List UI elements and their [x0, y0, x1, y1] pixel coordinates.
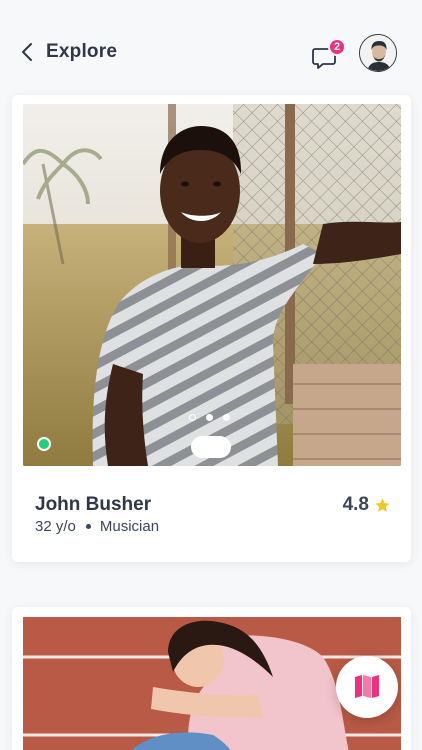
- book-icon: [355, 675, 379, 698]
- profile-age: 32 y/o: [35, 518, 76, 535]
- photo-pager-pill[interactable]: [191, 436, 231, 458]
- profile-photo-image: [23, 104, 401, 466]
- photo-pager-dots[interactable]: [189, 414, 230, 421]
- profile-card[interactable]: John Busher 32 y/o Musician 4.8: [12, 95, 411, 562]
- guide-fab-button[interactable]: [336, 656, 398, 718]
- online-status-dot: [37, 437, 51, 451]
- pager-dot-1[interactable]: [189, 414, 196, 421]
- profile-meta: 32 y/o Musician: [35, 518, 159, 535]
- chat-button[interactable]: 2: [311, 38, 346, 70]
- avatar-image: [360, 35, 396, 71]
- back-icon[interactable]: [18, 41, 38, 63]
- unread-badge: 2: [328, 38, 346, 56]
- meta-separator: [85, 524, 91, 529]
- avatar[interactable]: [359, 34, 397, 72]
- pager-dot-3[interactable]: [223, 414, 230, 421]
- profile-rating: 4.8: [343, 494, 391, 516]
- page-title: Explore: [46, 41, 118, 62]
- profile-occupation: Musician: [99, 518, 160, 535]
- star-icon: [375, 497, 390, 512]
- rating-value: 4.8: [342, 494, 369, 515]
- pager-dot-2[interactable]: [206, 414, 213, 421]
- app-header: Explore 2: [0, 0, 422, 95]
- profile-name: John Busher: [35, 494, 152, 515]
- profile-photo[interactable]: [23, 104, 401, 466]
